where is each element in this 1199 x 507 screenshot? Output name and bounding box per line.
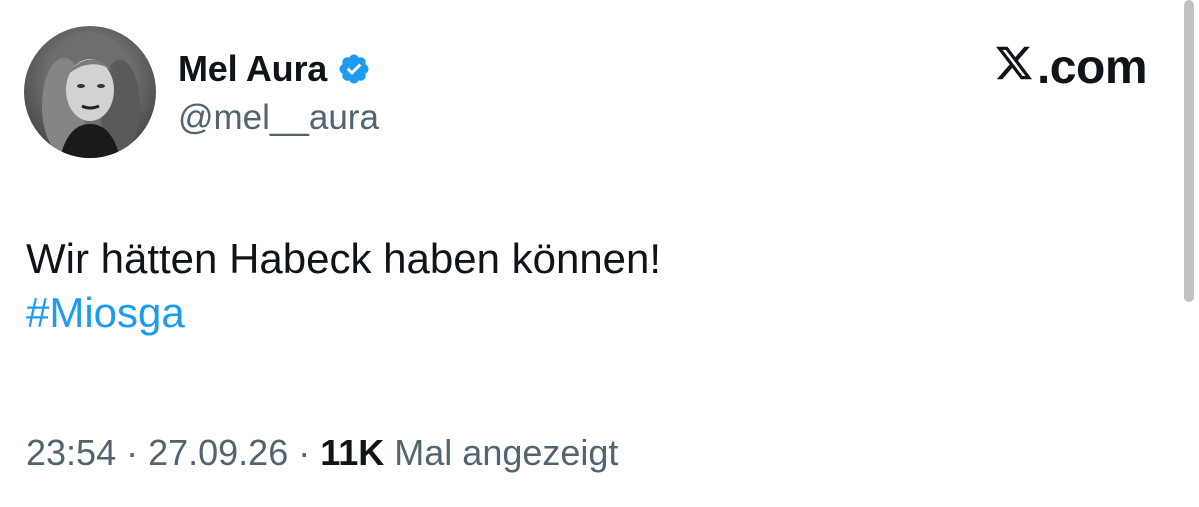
- meta-separator: ·: [288, 432, 321, 473]
- hashtag-link[interactable]: #Miosga: [26, 286, 661, 340]
- views-label: Mal angezeigt: [384, 432, 619, 473]
- views-count: 11K: [320, 432, 385, 473]
- tweet-body: Wir hätten Habeck haben können!: [26, 235, 662, 282]
- avatar[interactable]: [24, 26, 156, 158]
- author-names: Mel Aura @mel__aura: [178, 46, 379, 138]
- tweet-text: Wir hätten Habeck haben können! #Miosga: [26, 232, 661, 340]
- brand-logo: .com: [993, 40, 1148, 95]
- author-handle[interactable]: @mel__aura: [178, 98, 379, 138]
- tweet-time[interactable]: 23:54: [26, 432, 116, 473]
- tweet-meta: 23:54 · 27.09.26 · 11K Mal angezeigt: [26, 432, 618, 474]
- tweet-card: Mel Aura @mel__aura .com Wir hätten Habe…: [0, 0, 1199, 507]
- tweet-date[interactable]: 27.09.26: [148, 432, 288, 473]
- meta-separator: ·: [116, 432, 149, 473]
- scrollbar[interactable]: [1184, 0, 1194, 302]
- author-display-name[interactable]: Mel Aura: [178, 48, 327, 90]
- name-row: Mel Aura: [178, 46, 379, 92]
- brand-domain: .com: [1036, 41, 1148, 94]
- verified-badge-icon[interactable]: [337, 52, 371, 86]
- tweet-header: Mel Aura @mel__aura: [24, 26, 379, 158]
- x-logo-icon: [993, 40, 1037, 95]
